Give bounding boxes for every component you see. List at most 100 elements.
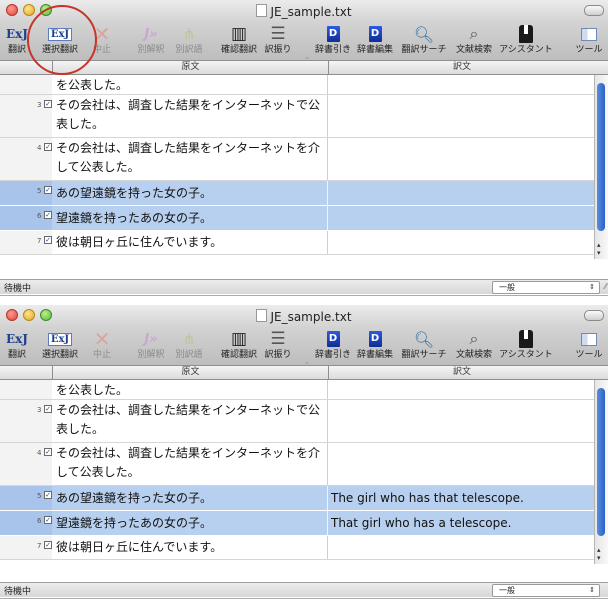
translate-button[interactable]: ExJ 翻訳 <box>4 328 30 361</box>
sentence-row[interactable]: を公表した。 <box>0 380 595 400</box>
dictionary-edit-icon: D <box>368 26 382 42</box>
sentence-row[interactable]: 4 ✓ その会社は、調査した結果をインターネットを介して公表した。 <box>0 443 595 486</box>
sentence-row[interactable]: を公表した。 <box>0 75 595 95</box>
confirm-translate-button[interactable]: ▥ 確認翻訳 <box>218 23 260 56</box>
row-checkbox[interactable]: ✓ <box>44 100 52 108</box>
app-window-before: JE_sample.txt ExJ 翻訳 ExJ 選択翻訳 ✕ 中止 J» 別解釈 ⋔ 別… <box>0 0 608 296</box>
source-text[interactable]: 望遠鏡を持ったあの女の子。 <box>56 514 326 533</box>
sentence-row[interactable]: 7 ✓ 彼は朝日ヶ丘に住んでいます。 <box>0 231 595 255</box>
row-checkbox[interactable]: ✓ <box>44 405 52 413</box>
sentence-row-selected[interactable]: 5 ✓ あの望遠鏡を持った女の子。 <box>0 181 595 206</box>
status-text: 待機中 <box>4 587 32 597</box>
literature-search-button[interactable]: ⌕ 文献検索 <box>452 23 496 56</box>
tools-button[interactable]: ツール <box>570 328 608 361</box>
confirm-translate-button[interactable]: ▥ 確認翻訳 <box>218 328 260 361</box>
row-number: 5 <box>37 492 42 500</box>
translation-column-header[interactable]: 訳文 <box>328 61 595 74</box>
reading-assign-button[interactable]: ☰ 訳振り <box>262 23 294 56</box>
source-text[interactable]: その会社は、調査した結果をインターネットを介して公表した。 <box>56 139 326 177</box>
assistant-button[interactable]: アシスタント <box>498 23 554 56</box>
dictionary-edit-button[interactable]: D 辞書編集 <box>354 23 396 56</box>
toolbar-toggle-button[interactable] <box>584 5 604 16</box>
alt-interpretation-button[interactable]: J» 別解釈 <box>134 328 168 361</box>
sidebar-icon <box>581 27 597 41</box>
row-checkbox[interactable]: ✓ <box>44 516 52 524</box>
source-column-header[interactable]: 原文 <box>52 61 328 74</box>
source-text[interactable]: 彼は朝日ヶ丘に住んでいます。 <box>56 233 326 252</box>
source-text[interactable]: を公表した。 <box>56 76 326 95</box>
vertical-scrollbar[interactable]: ▴ ▾ <box>594 380 608 564</box>
row-number: 4 <box>37 449 42 457</box>
columns-icon: ▥ <box>230 329 248 349</box>
resize-grip-icon[interactable]: ⁄⁄ <box>604 282 607 291</box>
scroll-arrows-icon[interactable]: ▴ ▾ <box>597 546 601 562</box>
app-window-after: JE_sample.txt ExJ 翻訳 ExJ 選択翻訳 ✕ 中止 J» 別解釈 ⋔ 別… <box>0 305 608 599</box>
row-checkbox[interactable]: ✓ <box>44 186 52 194</box>
translation-search-button[interactable]: 🔍︎ 翻訳サーチ <box>398 328 450 361</box>
scroll-arrows-icon[interactable]: ▴ ▾ <box>597 241 601 257</box>
translation-column-header[interactable]: 訳文 <box>328 366 595 379</box>
source-text[interactable]: その会社は、調査した結果をインターネットを介して公表した。 <box>56 444 326 482</box>
sentence-list: を公表した。 3 ✓ その会社は、調査した結果をインターネットで公表した。 4 … <box>0 380 608 564</box>
sentence-row[interactable]: 3 ✓ その会社は、調査した結果をインターネットで公表した。 <box>0 95 595 138</box>
translation-text[interactable]: The girl who has that telescope. <box>331 489 591 508</box>
reading-assign-button[interactable]: ☰ 訳振り <box>262 328 294 361</box>
dictionary-book-icon: D <box>326 331 340 347</box>
literature-search-button[interactable]: ⌕ 文献検索 <box>452 328 496 361</box>
source-text[interactable]: を公表した。 <box>56 381 326 400</box>
stop-button[interactable]: ✕ 中止 <box>90 22 114 56</box>
row-checkbox[interactable]: ✓ <box>44 211 52 219</box>
translation-text[interactable]: That girl who has a telescope. <box>331 514 591 533</box>
dictionary-lookup-button[interactable]: D 辞書引き <box>312 328 354 361</box>
row-number: 6 <box>37 212 42 220</box>
stop-x-icon: ✕ <box>93 22 111 46</box>
stop-button[interactable]: ✕ 中止 <box>90 327 114 361</box>
alt-word-button[interactable]: ⋔ 別訳語 <box>172 328 206 361</box>
row-checkbox[interactable]: ✓ <box>44 541 52 549</box>
scroll-thumb[interactable] <box>597 388 605 536</box>
sentence-row[interactable]: 7 ✓ 彼は朝日ヶ丘に住んでいます。 <box>0 536 595 560</box>
sentence-row-selected[interactable]: 6 ✓ 望遠鏡を持ったあの女の子。 That girl who has a te… <box>0 511 595 536</box>
sentence-row-selected[interactable]: 5 ✓ あの望遠鏡を持った女の子。 The girl who has that … <box>0 486 595 511</box>
source-text[interactable]: 彼は朝日ヶ丘に住んでいます。 <box>56 538 326 557</box>
sentence-list: を公表した。 3 ✓ その会社は、調査した結果をインターネットで公表した。 4 … <box>0 75 608 259</box>
sentence-row[interactable]: 3 ✓ その会社は、調査した結果をインターネットで公表した。 <box>0 400 595 443</box>
sentence-row-selected[interactable]: 6 ✓ 望遠鏡を持ったあの女の子。 <box>0 206 595 231</box>
stop-x-icon: ✕ <box>93 327 111 351</box>
mode-select[interactable]: 一般 ⇕ <box>492 584 600 597</box>
tools-button[interactable]: ツール <box>570 23 608 56</box>
source-text[interactable]: その会社は、調査した結果をインターネットで公表した。 <box>56 401 326 439</box>
row-number: 3 <box>37 406 42 414</box>
dictionary-edit-button[interactable]: D 辞書編集 <box>354 328 396 361</box>
column-header: ⌃ 原文 訳文 <box>0 361 608 380</box>
selection-translate-icon: ExJ <box>47 332 73 346</box>
dictionary-lookup-button[interactable]: D 辞書引き <box>312 23 354 56</box>
selection-translate-icon: ExJ <box>47 27 73 41</box>
row-checkbox[interactable]: ✓ <box>44 236 52 244</box>
lines-icon: ☰ <box>270 329 286 349</box>
source-text[interactable]: 望遠鏡を持ったあの女の子。 <box>56 209 326 228</box>
alt-word-button[interactable]: ⋔ 別訳語 <box>172 23 206 56</box>
source-text[interactable]: あの望遠鏡を持った女の子。 <box>56 184 326 203</box>
translate-button[interactable]: ExJ 翻訳 <box>4 23 30 56</box>
row-checkbox[interactable]: ✓ <box>44 491 52 499</box>
row-checkbox[interactable]: ✓ <box>44 143 52 151</box>
toolbar-toggle-button[interactable] <box>584 310 604 321</box>
mode-select[interactable]: 一般 ⇕ <box>492 281 600 294</box>
selection-translate-button[interactable]: ExJ 選択翻訳 <box>36 23 84 56</box>
row-checkbox[interactable]: ✓ <box>44 448 52 456</box>
source-text[interactable]: その会社は、調査した結果をインターネットで公表した。 <box>56 96 326 134</box>
row-number: 7 <box>37 542 42 550</box>
alt-interpretation-icon: J» <box>144 26 158 42</box>
source-text[interactable]: あの望遠鏡を持った女の子。 <box>56 489 326 508</box>
sentence-row[interactable]: 4 ✓ その会社は、調査した結果をインターネットを介して公表した。 <box>0 138 595 181</box>
alt-interpretation-button[interactable]: J» 別解釈 <box>134 23 168 56</box>
assistant-button[interactable]: アシスタント <box>498 328 554 361</box>
vertical-scrollbar[interactable]: ▴ ▾ <box>594 75 608 259</box>
source-column-header[interactable]: 原文 <box>52 366 328 379</box>
scroll-thumb[interactable] <box>597 83 605 231</box>
gutter-header <box>0 61 52 74</box>
translation-search-button[interactable]: 🔍︎ 翻訳サーチ <box>398 23 450 56</box>
assistant-suit-icon <box>519 330 533 348</box>
selection-translate-button[interactable]: ExJ 選択翻訳 <box>36 328 84 361</box>
